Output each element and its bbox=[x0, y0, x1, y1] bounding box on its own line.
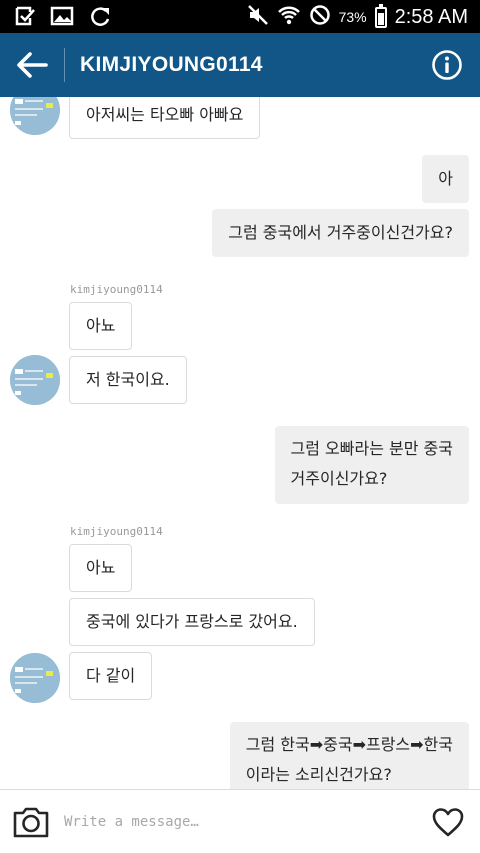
message-line: 거주이신가요? bbox=[290, 469, 388, 488]
message-line: 이라는 소리신건가요? bbox=[245, 765, 392, 784]
avatar[interactable] bbox=[10, 653, 60, 703]
message-line: 그럼 한국➡중국➡프랑스➡한국 bbox=[245, 735, 453, 754]
avatar[interactable] bbox=[10, 97, 60, 135]
clock: 2:58 AM bbox=[394, 5, 468, 28]
conversation-title[interactable]: KIMJIYOUNG0114 bbox=[80, 53, 263, 77]
outgoing-message[interactable]: 아 bbox=[422, 155, 469, 203]
image-icon bbox=[50, 5, 74, 31]
incoming-message[interactable]: 아저씨는 타오빠 아빠요 bbox=[69, 97, 261, 139]
incoming-message[interactable]: 아뇨 bbox=[69, 544, 133, 592]
incoming-message[interactable]: 아뇨 bbox=[69, 302, 133, 350]
block-icon bbox=[309, 4, 331, 30]
message-thread[interactable]: 아저씨는 타오빠 아빠요 아 그럼 중국에서 거주중이신건가요? kimjiyo… bbox=[0, 97, 480, 789]
camera-icon bbox=[13, 807, 49, 838]
mute-icon bbox=[247, 4, 269, 30]
incoming-message[interactable]: 저 한국이요. bbox=[69, 356, 187, 404]
outgoing-message[interactable]: 그럼 오빠라는 분만 중국 거주이신가요? bbox=[274, 426, 469, 504]
info-icon bbox=[432, 50, 462, 80]
wifi-icon bbox=[277, 4, 301, 30]
battery-percent: 73% bbox=[338, 9, 367, 25]
heart-icon bbox=[432, 808, 464, 837]
message-composer bbox=[0, 789, 480, 853]
incoming-message[interactable]: 중국에 있다가 프랑스로 갔어요. bbox=[69, 598, 315, 646]
message-input[interactable] bbox=[64, 808, 414, 836]
check-square-icon bbox=[14, 5, 36, 31]
back-button[interactable] bbox=[12, 49, 52, 81]
info-button[interactable] bbox=[431, 49, 463, 81]
header-divider bbox=[64, 48, 65, 82]
incoming-message[interactable]: 다 같이 bbox=[69, 652, 153, 700]
sender-name: kimjiyoung0114 bbox=[70, 283, 163, 296]
battery-icon bbox=[374, 3, 387, 28]
avatar[interactable] bbox=[10, 355, 60, 405]
message-line: 그럼 오빠라는 분만 중국 bbox=[290, 439, 453, 458]
like-button[interactable] bbox=[431, 806, 465, 838]
arrow-left-icon bbox=[17, 52, 48, 78]
status-bar: 73% 2:58 AM bbox=[0, 0, 480, 33]
conversation-header: KIMJIYOUNG0114 bbox=[0, 33, 480, 97]
sender-name: kimjiyoung0114 bbox=[70, 525, 163, 538]
outgoing-message[interactable]: 그럼 중국에서 거주중이신건가요? bbox=[212, 209, 469, 257]
camera-button[interactable] bbox=[12, 804, 50, 840]
outgoing-message[interactable]: 그럼 한국➡중국➡프랑스➡한국 이라는 소리신건가요? bbox=[229, 722, 469, 789]
refresh-icon bbox=[88, 5, 112, 31]
